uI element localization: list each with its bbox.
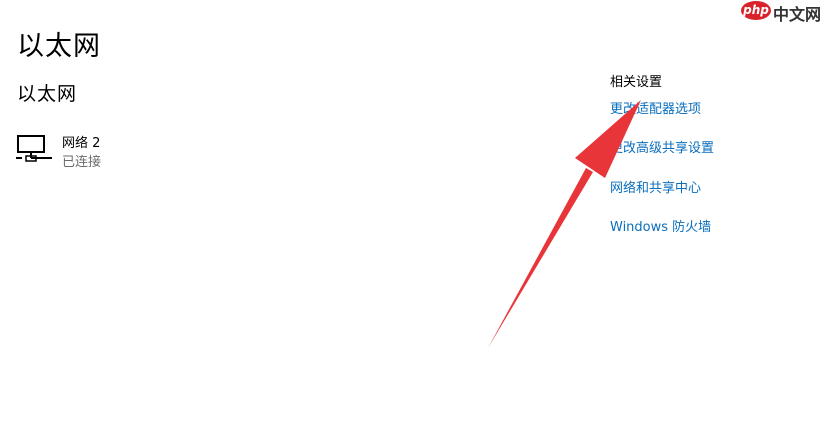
arrow-shaft — [488, 168, 593, 348]
php-watermark-logo: php 中文网 — [741, 0, 821, 24]
page-title: 以太网 — [17, 31, 101, 62]
network-sharing-center-link[interactable]: 网络和共享中心 — [610, 177, 701, 196]
change-adapter-options-link[interactable]: 更改适配器选项 — [610, 98, 701, 117]
watermark-text: 中文网 — [773, 5, 821, 24]
ethernet-computer-icon — [16, 135, 52, 162]
change-advanced-sharing-link[interactable]: 更改高级共享设置 — [610, 137, 714, 156]
ethernet-settings-page: 以太网 以太网 网络 2 已连接 相关设置 更改适配器选项 更改高级共享设置 网… — [0, 0, 821, 443]
section-title: 以太网 — [17, 83, 78, 105]
related-settings-heading: 相关设置 — [610, 75, 663, 90]
network-name: 网络 2 — [62, 136, 101, 151]
windows-firewall-link[interactable]: Windows 防火墙 — [610, 216, 711, 235]
php-logo-badge: php — [741, 1, 771, 20]
network-connection-item[interactable]: 网络 2 已连接 — [16, 130, 216, 170]
network-status: 已连接 — [62, 155, 102, 170]
